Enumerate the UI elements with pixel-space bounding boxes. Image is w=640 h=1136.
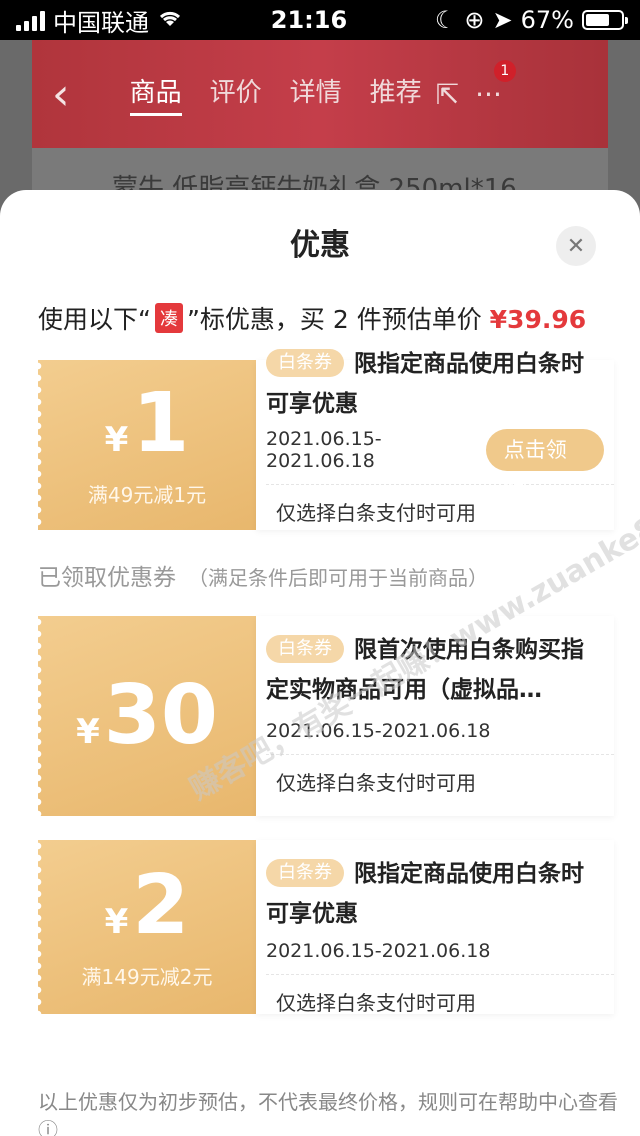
currency-symbol: ¥ xyxy=(76,712,100,752)
status-right: ☾ ⊕ ➤ 67% xyxy=(434,6,628,34)
coupon-kind-badge: 白条券 xyxy=(266,635,344,663)
location-icon: ➤ xyxy=(492,6,513,34)
product-tabs: 商品 评价 详情 推荐 xyxy=(129,72,422,116)
battery-percent: 67% xyxy=(520,6,574,34)
back-icon[interactable]: ‹ xyxy=(52,69,70,120)
summary-middle: ”标优惠，买 2 件预估单价 xyxy=(186,305,490,334)
coupon-kind-badge: 白条券 xyxy=(266,859,344,887)
status-bar: 中国联通 21:16 ☾ ⊕ ➤ 67% xyxy=(0,0,640,40)
coupon-note: 仅选择白条支付时可用 xyxy=(276,771,476,795)
share-icon[interactable]: ⇱ xyxy=(436,78,459,111)
battery-icon xyxy=(581,10,628,30)
clock: 21:16 xyxy=(270,6,348,34)
coupon-amount: 30 xyxy=(103,668,218,763)
price-summary: 使用以下“ 凑 ”标优惠，买 2 件预估单价 ¥39.96 xyxy=(38,300,586,336)
summary-prefix: 使用以下“ xyxy=(38,305,151,334)
coupon-amount: 1 xyxy=(132,375,190,471)
carrier-label: 中国联通 xyxy=(53,8,149,37)
sheet-title: 优惠 xyxy=(290,228,350,263)
coupon-note: 仅选择白条支付时可用 xyxy=(276,991,476,1015)
coupon-threshold: 满149元减2元 xyxy=(81,964,213,989)
coupon-date: 2021.06.15-2021.06.18 xyxy=(266,940,491,962)
coupon-date: 2021.06.15-2021.06.18 xyxy=(266,428,382,472)
coupon-note: 仅选择白条支付时可用 xyxy=(276,501,476,525)
claimed-section-label: 已领取优惠券 （满足条件后即可用于当前商品） xyxy=(38,558,488,592)
estimated-unit-price: ¥39.96 xyxy=(489,305,587,334)
coupon-amount: 2 xyxy=(132,857,190,953)
combine-tag: 凑 xyxy=(154,303,183,333)
notification-badge: 1 xyxy=(493,59,516,82)
currency-symbol: ¥ xyxy=(104,901,129,942)
coupon-kind-badge: 白条券 xyxy=(266,349,344,377)
claimed-title: 已领取优惠券 xyxy=(38,565,176,591)
tab-reviews[interactable]: 评价 xyxy=(210,72,262,116)
rotation-lock-icon: ⊕ xyxy=(464,6,485,34)
close-button[interactable]: ✕ xyxy=(556,226,596,266)
wifi-icon xyxy=(157,6,183,34)
coupon-value: ¥2 满149元减2元 xyxy=(38,840,256,1014)
currency-symbol: ¥ xyxy=(104,419,129,460)
claimed-subtitle: （满足条件后即可用于当前商品） xyxy=(188,566,488,590)
tab-recommend[interactable]: 推荐 xyxy=(370,72,422,116)
coupon-info: 白条券 限指定商品使用白条时可享优惠 2021.06.15-2021.06.18 … xyxy=(256,840,614,1015)
signal-icon xyxy=(16,9,45,31)
tab-goods[interactable]: 商品 xyxy=(129,72,182,116)
status-left: 中国联通 xyxy=(16,3,183,38)
coupon-threshold: 满49元减1元 xyxy=(87,482,207,507)
coupon-value: ¥1 满49元减1元 xyxy=(38,360,256,530)
product-header: ‹ 商品 评价 详情 推荐 ⇱ ··· 1 xyxy=(32,40,608,148)
moon-icon: ☾ xyxy=(434,6,457,34)
coupon-card: ¥1 满49元减1元 白条券 限指定商品使用白条时可享优惠 2021.06.15-… xyxy=(38,349,614,530)
close-icon: ✕ xyxy=(566,233,586,259)
coupon-info: 白条券 限指定商品使用白条时可享优惠 2021.06.15-2021.06.18 点… xyxy=(256,349,614,530)
coupon-card: ¥2 满149元减2元 白条券 限指定商品使用白条时可享优惠 2021.06.15… xyxy=(38,840,614,1015)
more-icon[interactable]: ··· 1 xyxy=(475,59,516,111)
disclaimer: 以上优惠仅为初步预估，不代表最终价格，规则可在帮助中心查看 ⓘ xyxy=(38,1090,618,1136)
claim-coupon-button[interactable]: 点击领取 xyxy=(485,429,604,504)
tab-details[interactable]: 详情 xyxy=(290,72,342,116)
discount-sheet: 优惠 ✕ 使用以下“ 凑 ”标优惠，买 2 件预估单价 ¥39.96 ¥1 满49元… xyxy=(0,190,640,1136)
